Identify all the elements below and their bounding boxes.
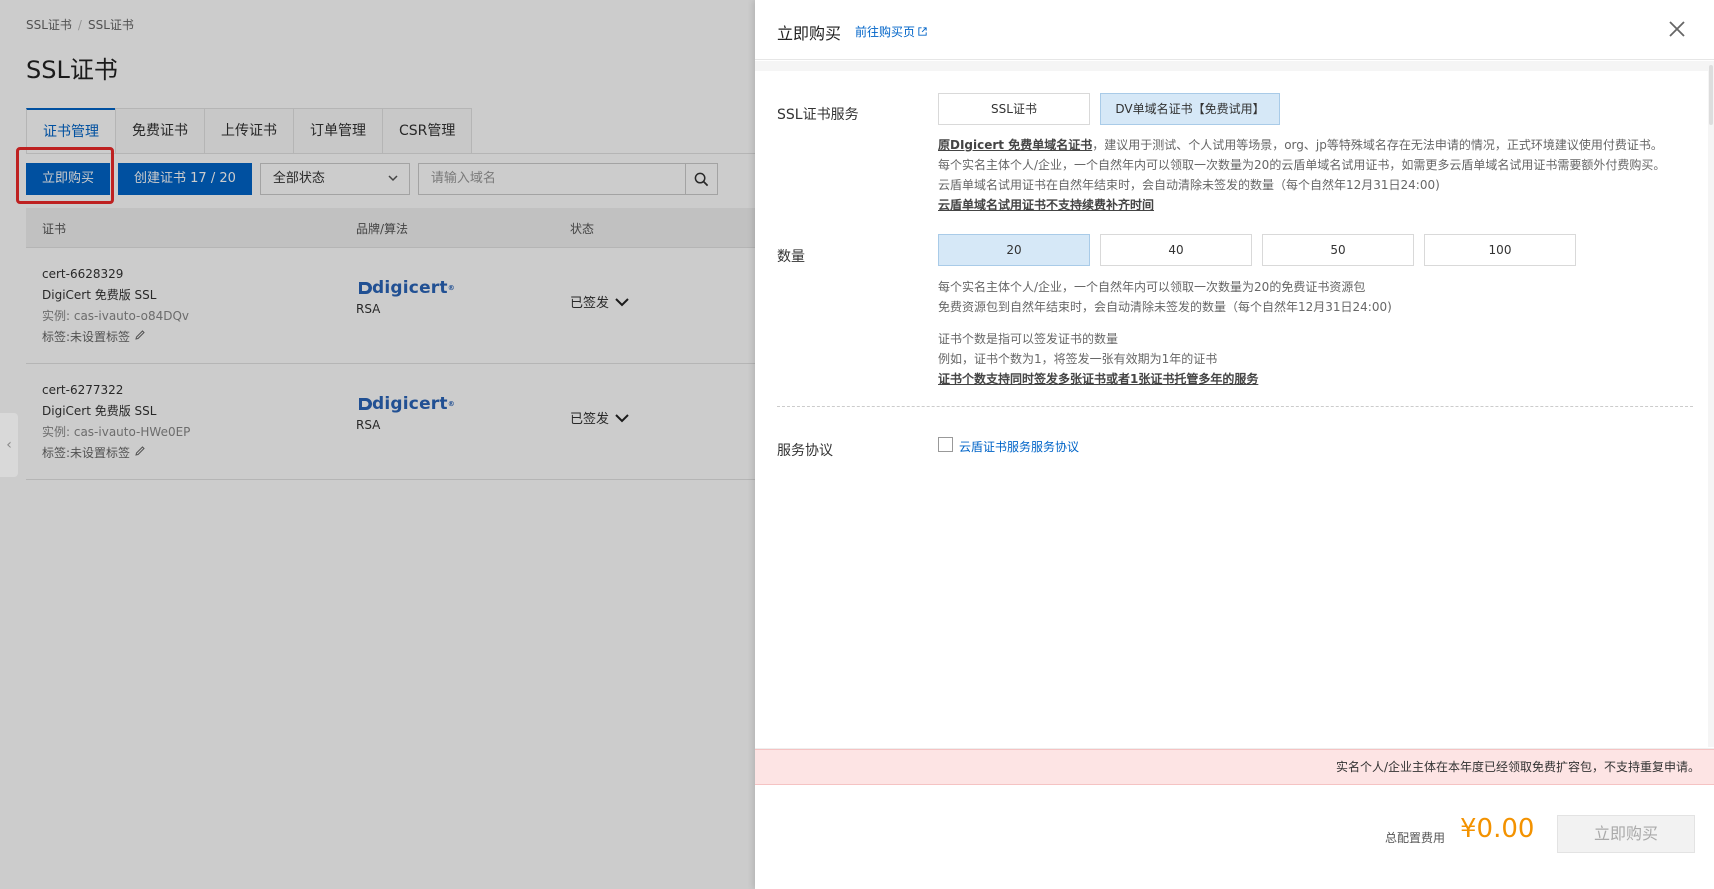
service-description: 原DIgicert 免费单域名证书，建议用于测试、个人试用等场景，org、jp等… — [938, 135, 1665, 215]
drawer-buy-button[interactable]: 立即购买 — [1557, 815, 1695, 853]
chevron-left-icon: ‹ — [6, 437, 12, 453]
quantity-desc-note: 证书个数支持同时签发多张证书或者1张证书托管多年的服务 — [938, 372, 1259, 386]
total-price: ¥0.00 — [1460, 814, 1535, 844]
drawer-header: 立即购买 前往购买页 — [755, 0, 1714, 60]
drawer-scrollbar[interactable] — [1708, 61, 1714, 747]
total-fee-label: 总配置费用 — [1385, 831, 1446, 845]
modal-overlay[interactable] — [0, 0, 755, 889]
drawer-title: 立即购买 — [777, 24, 842, 43]
goto-purchase-link[interactable]: 前往购买页 — [855, 23, 928, 40]
option-ssl-cert[interactable]: SSL证书 — [938, 93, 1090, 125]
quantity-option-50[interactable]: 50 — [1262, 234, 1414, 266]
warning-banner: 实名个人/企业主体在本年度已经领取免费扩容包，不支持重复申请。 — [755, 749, 1714, 785]
external-link-icon — [918, 27, 927, 36]
buy-drawer: 立即购买 前往购买页 SSL证书服务 SSL证书 DV单域名证书【免费试用】 原… — [755, 0, 1714, 889]
agreement-label: 服务协议 — [777, 443, 833, 459]
agreement-link[interactable]: 云盾证书服务服务协议 — [959, 438, 1079, 455]
agreement-checkbox[interactable] — [938, 437, 953, 452]
quantity-label: 数量 — [777, 249, 805, 265]
quantity-description: 每个实名主体个人/企业，一个自然年内可以领取一次数量为20的免费证书资源包 免费… — [938, 277, 1392, 389]
quantity-option-20[interactable]: 20 — [938, 234, 1090, 266]
option-dv-single-domain[interactable]: DV单域名证书【免费试用】 — [1100, 93, 1280, 125]
service-label: SSL证书服务 — [777, 107, 859, 123]
service-desc-strong: 原DIgicert 免费单域名证书 — [938, 138, 1093, 152]
collapse-handle[interactable]: ‹ — [0, 413, 18, 477]
quantity-option-40[interactable]: 40 — [1100, 234, 1252, 266]
close-icon[interactable] — [1666, 18, 1688, 40]
quantity-option-100[interactable]: 100 — [1424, 234, 1576, 266]
service-desc-note: 云盾单域名试用证书不支持续费补齐时间 — [938, 198, 1155, 212]
